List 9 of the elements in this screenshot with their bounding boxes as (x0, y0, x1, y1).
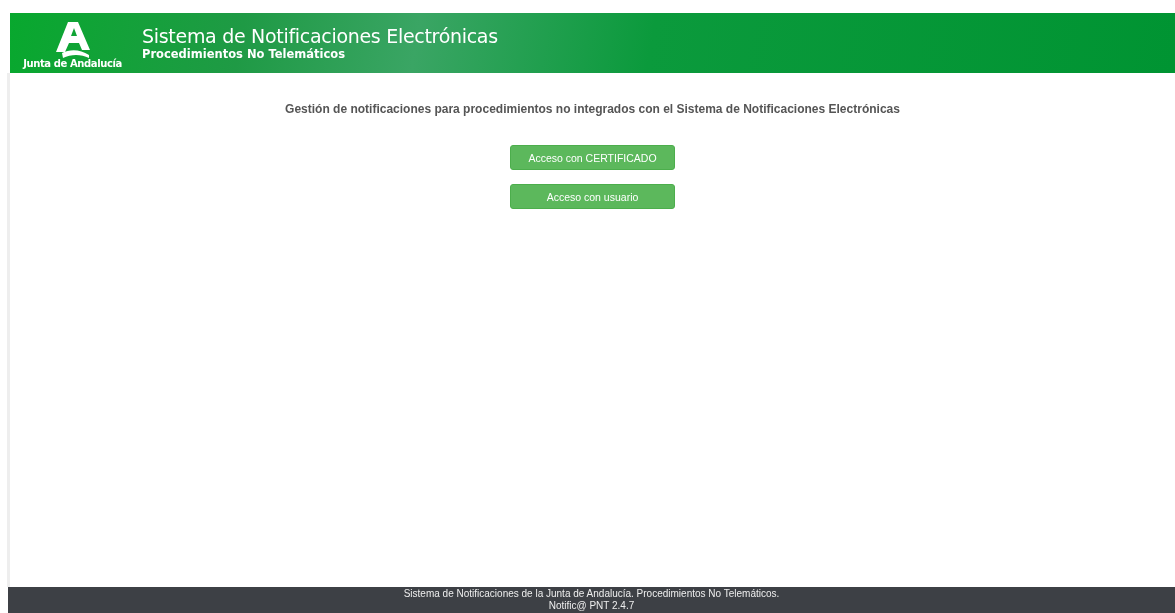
footer-text: Sistema de Notificaciones de la Junta de Andalucía. Procedimientos No Telemáticos. (403, 588, 780, 600)
footer-text: Notific@ PNT 2.4.7 (548, 600, 635, 612)
site-subtitle: Procedimientos No Telemáticos (142, 47, 347, 61)
logo-text: Junta de Andalucía (23, 58, 122, 69)
logo-icon (55, 22, 90, 58)
access-button[interactable]: Acceso con CERTIFICADO (510, 145, 675, 170)
site-title: Sistema de Notificaciones Electrónicas (142, 25, 498, 47)
access-button[interactable]: Acceso con usuario (510, 184, 675, 209)
page-heading: Gestión de notificaciones para procedimientos no integrados con el Sistema de Notificaciones Electrónicas (285, 102, 900, 116)
